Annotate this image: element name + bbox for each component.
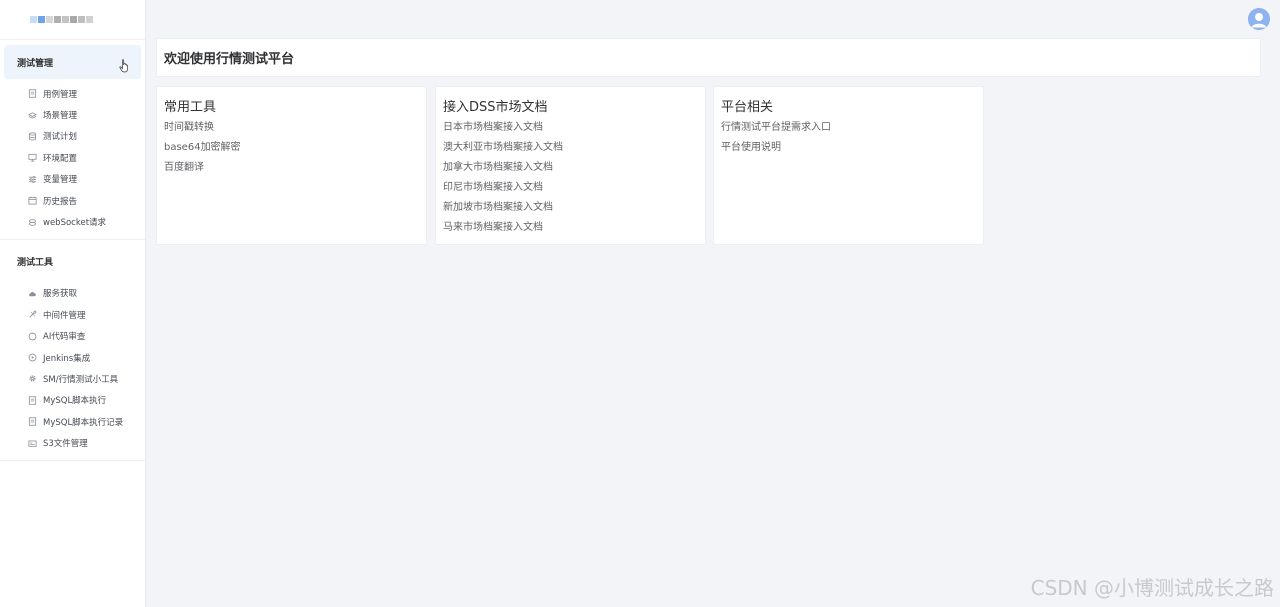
logo-pixel	[86, 16, 93, 23]
layers-icon	[28, 111, 37, 120]
card-link[interactable]: 印尼市场档案接入文档	[443, 180, 698, 200]
sidebar-item[interactable]: MySQL脚本执行记录	[0, 411, 145, 432]
folder-icon	[28, 439, 37, 448]
sidebar-item-label: 变量管理	[43, 175, 78, 186]
logo-pixel	[54, 16, 61, 23]
info-card: 接入DSS市场文档日本市场档案接入文档 澳大利亚市场档案接入文档 加拿大市场档案接入…	[435, 86, 706, 245]
watermark: CSDN @小博测试成长之路	[1030, 576, 1274, 600]
document-icon	[28, 396, 37, 405]
logo-pixel	[30, 16, 37, 23]
sidebar-item[interactable]: Jenkins集成	[0, 347, 145, 368]
page-title: 欢迎使用行情测试平台	[164, 52, 295, 67]
sidebar-item[interactable]: SM/行情测试小工具	[0, 368, 145, 389]
sidebar-item-label: 用例管理	[43, 89, 78, 100]
tools-icon	[28, 310, 37, 319]
sidebar-item-label: 历史报告	[43, 196, 78, 207]
menu-group: 测试工具服务获取中间件管理 AI代码审查 Jenkins集成 SM/行情测试小工具 My…	[0, 245, 145, 461]
sidebar-item[interactable]: 用例管理	[0, 83, 145, 104]
sidebar-item[interactable]: 测试计划	[0, 126, 145, 147]
user-avatar-icon[interactable]	[1248, 8, 1270, 30]
info-card: 常用工具时间戳转换 base64加密解密 百度翻译	[156, 86, 427, 245]
circle-icon	[28, 332, 37, 341]
card-link[interactable]: 新加坡市场档案接入文档	[443, 200, 698, 220]
document-icon	[28, 417, 37, 426]
sidebar-item[interactable]: 环境配置	[0, 147, 145, 168]
sidebar-item-label: MySQL脚本执行记录	[43, 417, 124, 428]
sidebar-item-label: 服务获取	[43, 289, 78, 300]
play-circle-icon	[28, 353, 37, 362]
logo-pixel	[62, 16, 69, 23]
gear-icon	[28, 374, 37, 383]
logo-pixel	[70, 16, 77, 23]
menu-group-title: 测试工具	[17, 258, 54, 269]
card-link[interactable]: 时间戳转换	[164, 120, 419, 140]
card-link[interactable]: base64加密解密	[164, 140, 419, 160]
sidebar-item-label: AI代码审查	[43, 332, 86, 343]
calendar-icon	[28, 196, 37, 205]
sidebar-item-label: 环境配置	[43, 153, 78, 164]
sidebar-item[interactable]: AI代码审查	[0, 326, 145, 347]
card-link[interactable]: 马来市场档案接入文档	[443, 220, 698, 240]
link-icon	[28, 218, 37, 227]
card-link[interactable]: 日本市场档案接入文档	[443, 120, 698, 140]
logo-pixel	[78, 16, 85, 23]
card-link[interactable]: 平台使用说明	[721, 140, 976, 160]
card-link[interactable]: 行情测试平台提需求入口	[721, 120, 976, 140]
logo-image	[30, 16, 93, 23]
menu-group: 测试管理用例管理场景管理测试计划环境配置变量管理历史报告 webSocket请求	[0, 45, 145, 240]
sidebar: 测试管理 用例管理 场景管理 测试计划 环境配置 变量管理 历史报告 webSocket请求测…	[0, 0, 146, 607]
database-icon	[28, 132, 37, 141]
card-title: 接入DSS市场文档	[443, 100, 548, 115]
card-link[interactable]: 加拿大市场档案接入文档	[443, 160, 698, 180]
sidebar-item[interactable]: 场景管理	[0, 104, 145, 125]
welcome-banner: 欢迎使用行情测试平台	[156, 38, 1261, 77]
sidebar-item-label: MySQL脚本执行	[43, 396, 107, 407]
document-icon	[28, 89, 37, 98]
sidebar-item-label: webSocket请求	[43, 218, 107, 229]
sidebar-item[interactable]: 变量管理	[0, 169, 145, 190]
card-title: 常用工具	[164, 100, 217, 115]
logo[interactable]	[0, 0, 145, 40]
sidebar-menu: 测试管理 用例管理 场景管理 测试计划 环境配置 变量管理 历史报告 webSocket请求测…	[0, 45, 145, 461]
monitor-icon	[28, 153, 37, 162]
sidebar-item-label: 场景管理	[43, 111, 78, 122]
sidebar-item-label: SM/行情测试小工具	[43, 374, 119, 385]
menu-group-title: 测试管理	[17, 58, 54, 69]
sidebar-item[interactable]: 服务获取	[0, 283, 145, 304]
card-title: 平台相关	[721, 100, 774, 115]
menu-group-header[interactable]: 测试工具	[4, 245, 141, 279]
sidebar-item[interactable]: webSocket请求	[0, 211, 145, 232]
sidebar-item-label: S3文件管理	[43, 439, 88, 450]
sidebar-item[interactable]: 中间件管理	[0, 304, 145, 325]
info-card: 平台相关行情测试平台提需求入口 平台使用说明	[713, 86, 984, 245]
sidebar-item-label: Jenkins集成	[43, 353, 91, 364]
card-link[interactable]: 澳大利亚市场档案接入文档	[443, 140, 698, 160]
sidebar-item-label: 中间件管理	[43, 310, 86, 321]
card-link[interactable]: 百度翻译	[164, 160, 419, 180]
sidebar-item-label: 测试计划	[43, 132, 78, 143]
sidebar-item[interactable]: MySQL脚本执行	[0, 390, 145, 411]
sliders-icon	[28, 175, 37, 184]
cloud-icon	[28, 289, 37, 298]
logo-pixel	[38, 16, 45, 23]
sidebar-item[interactable]: S3文件管理	[0, 432, 145, 453]
hand-cursor-icon	[119, 59, 129, 73]
sidebar-item[interactable]: 历史报告	[0, 190, 145, 211]
logo-pixel	[46, 16, 53, 23]
menu-group-header[interactable]: 测试管理	[4, 45, 141, 79]
